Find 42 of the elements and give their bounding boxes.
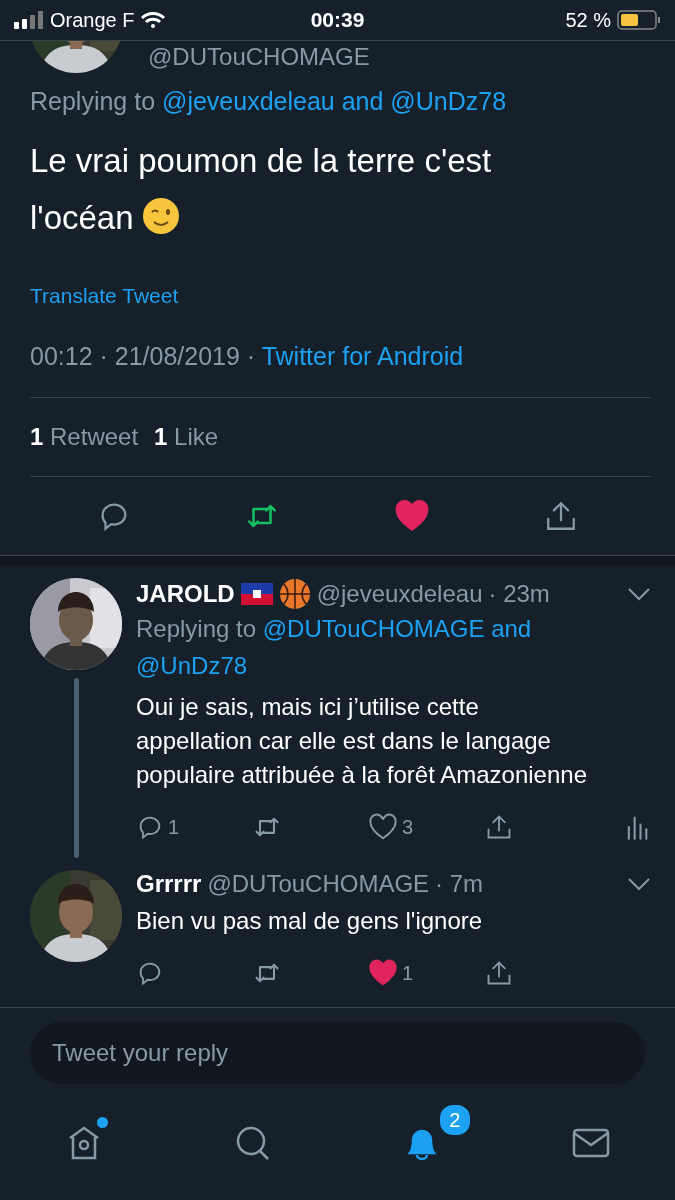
heart-icon[interactable]: [368, 812, 398, 842]
reply-text: Bien vu pas mal de gens l'ignore: [136, 906, 484, 936]
source-link[interactable]: Twitter for Android: [261, 342, 464, 370]
replying-to-text: Replying to @jeveuxdeleau and @UnDz78: [29, 86, 508, 116]
user-handle: @DUTouCHOMAGE: [207, 870, 430, 898]
user-handle: @DUTouCHOMAGE: [148, 43, 370, 72]
mention-link[interactable]: @DUTouCHOMAGE: [262, 615, 485, 642]
chevron-down-icon[interactable]: [627, 877, 651, 891]
heart-icon[interactable]: [393, 498, 430, 534]
reply-time: · 23m: [488, 580, 550, 608]
user-name: Grrrrr: [136, 870, 202, 898]
tweet-timestamp: 00:12 · 21/08/2019 · Twitter for Android: [29, 341, 465, 372]
engagement-count[interactable]: 1 Like: [154, 423, 219, 451]
reply-time: · 7m: [435, 870, 484, 898]
chevron-down-icon[interactable]: [627, 587, 651, 601]
reply-input-field[interactable]: Tweet your reply: [30, 1022, 645, 1084]
wifi-icon: [140, 11, 167, 29]
basketball-icon: [278, 578, 311, 610]
engagement-count[interactable]: 1 Retweet: [30, 423, 139, 451]
battery-percentage: 52 %: [565, 8, 611, 32]
tweet-text: Le vrai poumon de la terre c'est l'océan: [29, 141, 493, 238]
notification-badge: 2: [437, 1103, 472, 1137]
heart-icon[interactable]: [368, 958, 398, 988]
carrier-name: Orange F: [50, 8, 135, 32]
reply-count: 1: [168, 815, 180, 839]
replying-to-text: Replying to @DUTouCHOMAGE and @UnDz78: [136, 614, 533, 681]
share-icon[interactable]: [485, 813, 513, 841]
battery-icon: [617, 10, 661, 30]
signal-icon: [14, 11, 44, 29]
like-count: 3: [402, 815, 414, 839]
share-icon[interactable]: [485, 959, 513, 987]
flag-icon: [240, 583, 273, 605]
user-handle: @jeveuxdeleau: [316, 580, 483, 608]
like-count: 1: [402, 961, 414, 985]
mention-link[interactable]: @UnDz78: [390, 87, 507, 115]
user-name: JAROLD: [136, 580, 235, 608]
winking-face-icon: [141, 197, 180, 235]
mention-link[interactable]: @jeveuxdeleau: [162, 87, 335, 115]
translate-tweet-link[interactable]: Translate Tweet: [0, 246, 675, 308]
reply-text: Oui je sais, mais ici j’utilise cette appellation car elle est dans le langage populaire attribuée à la forêt Amazonienne: [136, 692, 588, 790]
mention-link[interactable]: @UnDz78: [136, 652, 248, 679]
clock-time: 00:39: [310, 8, 365, 32]
